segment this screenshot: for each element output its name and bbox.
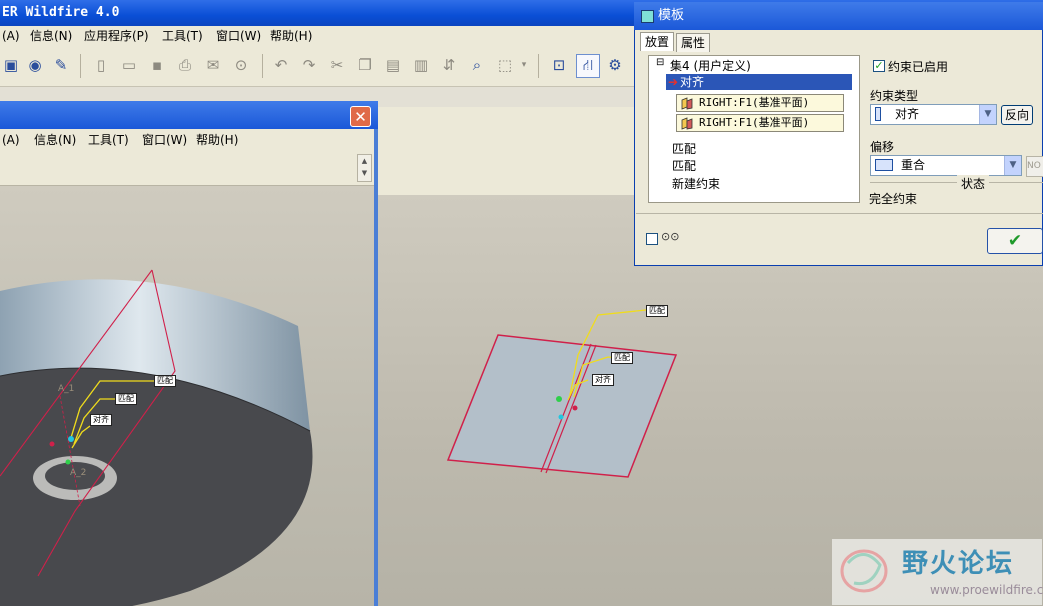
align-icon — [875, 107, 881, 121]
scroll-up-icon[interactable]: ▲ — [358, 155, 371, 167]
offset-value: 重合 — [901, 158, 926, 172]
regenerate-icon[interactable]: ⇵ — [438, 54, 460, 76]
redo-icon[interactable]: ↷ — [298, 54, 320, 76]
constraint-label-mate: 匹配 — [646, 305, 668, 317]
tree-item-mate[interactable]: 匹配 — [672, 157, 696, 174]
menu-item-tools[interactable]: 工具(T) — [162, 26, 203, 46]
constraint-label-mate: 匹配 — [115, 393, 137, 405]
sub-window-title-bar — [0, 101, 378, 129]
dialog-title-bar: 模板 — [634, 2, 1043, 30]
save-icon[interactable]: ▪ — [146, 54, 168, 76]
datum-plane-icon — [681, 97, 693, 110]
constraint-type-select[interactable]: 对齐 ▼ — [870, 104, 997, 125]
new-file-icon[interactable]: ▯ — [90, 54, 112, 76]
open-model-icon[interactable]: ▣ — [0, 54, 22, 76]
flip-button[interactable]: 反向 — [1001, 105, 1033, 125]
constraint-label-align: 对齐 — [592, 374, 614, 386]
glasses-icon[interactable]: ⊙⊙ — [661, 230, 679, 243]
tab-placement[interactable]: 放置 — [640, 32, 675, 51]
axis-label: A_1 — [58, 384, 75, 394]
constraint-label-mate: 匹配 — [611, 352, 633, 364]
tree-item-new-constraint[interactable]: 新建约束 — [672, 175, 720, 192]
reference-row[interactable]: RIGHT:F1(基准平面) — [676, 94, 844, 112]
tree-item-mate[interactable]: 匹配 — [672, 140, 696, 157]
datum-point-icon[interactable]: ⚙ — [604, 54, 626, 76]
datum-axis-icon[interactable]: ⛙ — [576, 54, 600, 78]
menu-item-help[interactable]: 帮助(H) — [196, 129, 238, 151]
undo-icon[interactable]: ↶ — [270, 54, 292, 76]
offset-select[interactable]: 重合 ▼ — [870, 155, 1022, 176]
toolbar-separator — [538, 54, 539, 78]
tree-set-label[interactable]: 集4 (用户定义) — [670, 57, 751, 74]
constraint-label-mate: 匹配 — [154, 375, 176, 387]
menu-item-info[interactable]: 信息(N) — [34, 129, 76, 151]
constraint-type-value: 对齐 — [895, 107, 920, 121]
tree-selected-row[interactable]: ➔ 对齐 — [666, 74, 852, 90]
paste-special-icon[interactable]: ▥ — [410, 54, 432, 76]
constraint-enabled-label: 约束已启用 — [888, 60, 949, 74]
chevron-down-icon[interactable]: ▼ — [1004, 156, 1021, 175]
dialog-title: 模板 — [658, 8, 685, 23]
scroll-arrows[interactable]: ▲ ▼ — [357, 154, 372, 182]
tree-item-align: 对齐 — [680, 75, 705, 89]
menu-item-tools[interactable]: 工具(T) — [88, 129, 129, 151]
close-icon[interactable]: ✕ — [350, 106, 371, 127]
chevron-down-icon[interactable]: ▼ — [979, 105, 996, 124]
offset-label: 偏移 — [870, 140, 895, 154]
tab-properties[interactable]: 属性 — [676, 33, 711, 52]
menu-item-window[interactable]: 窗口(W) — [142, 129, 187, 151]
arrow-right-icon: ➔ — [668, 75, 679, 89]
forum-url: www.proewildfire.cn — [930, 583, 1043, 597]
paste-icon[interactable]: ▤ — [382, 54, 404, 76]
wand-icon[interactable]: ✎ — [50, 54, 72, 76]
constraint-enabled-checkbox[interactable]: ✓ — [873, 60, 885, 72]
ok-button[interactable]: ✔ — [987, 228, 1043, 254]
tree-collapse-icon[interactable]: ⊟ — [656, 57, 664, 68]
menu-item-a[interactable]: (A) — [2, 26, 20, 46]
toolbar-separator — [262, 54, 263, 78]
constraint-type-label: 约束类型 — [870, 89, 919, 103]
cylinder-model-graphic — [0, 269, 313, 606]
view-orient-icon[interactable]: ⊡ — [548, 54, 570, 76]
open-folder-icon[interactable]: ▭ — [118, 54, 140, 76]
menu-item-help[interactable]: 帮助(H) — [270, 26, 312, 46]
forum-title: 野火论坛 — [902, 549, 1015, 579]
menu-item-window[interactable]: 窗口(W) — [216, 26, 261, 46]
globe-icon[interactable]: ◉ — [24, 54, 46, 76]
left-3d-viewport[interactable]: 匹配 匹配 对齐 A_1 A_2 — [0, 186, 374, 606]
reference-row[interactable]: RIGHT:F1(基准平面) — [676, 114, 844, 132]
menu-item-info[interactable]: 信息(N) — [30, 26, 72, 46]
preview-checkbox[interactable] — [646, 233, 658, 245]
reference-label: RIGHT:F1(基准平面) — [699, 96, 810, 109]
selection-box-icon[interactable]: ⬚ — [494, 54, 516, 76]
toolbar-separator — [80, 54, 81, 78]
sub-window-toolbar — [0, 151, 374, 186]
dialog-divider — [636, 213, 1043, 214]
sub-window-menubar: (A) 信息(N) 工具(T) 窗口(W) 帮助(H) — [0, 129, 374, 151]
menu-item-a[interactable]: (A) — [2, 129, 20, 151]
reference-label: RIGHT:F1(基准平面) — [699, 116, 810, 129]
datum-plane-icon — [681, 117, 693, 130]
scroll-down-icon[interactable]: ▼ — [358, 167, 371, 179]
cut-icon[interactable]: ✂ — [326, 54, 348, 76]
status-value: 完全约束 — [869, 192, 918, 206]
dialog-app-icon — [641, 10, 654, 23]
coincident-icon — [875, 159, 893, 171]
menu-item-applications[interactable]: 应用程序(P) — [84, 26, 149, 46]
axis-label: A_2 — [70, 468, 87, 478]
copy-icon[interactable]: ❐ — [354, 54, 376, 76]
offset-value-input[interactable]: NO — [1026, 156, 1043, 177]
send-mail-icon[interactable]: ✉ — [202, 54, 224, 76]
send-icon[interactable]: ⊙ — [230, 54, 252, 76]
print-icon[interactable]: ⎙ — [174, 54, 196, 76]
chevron-down-icon[interactable]: ▾ — [518, 54, 530, 76]
constraint-label-align: 对齐 — [90, 414, 112, 426]
forum-watermark: 野火论坛 www.proewildfire.cn — [832, 539, 1043, 605]
status-group-label: 状态 — [957, 175, 990, 192]
forum-logo-icon — [840, 549, 888, 593]
find-icon[interactable]: ⌕ — [466, 54, 488, 76]
